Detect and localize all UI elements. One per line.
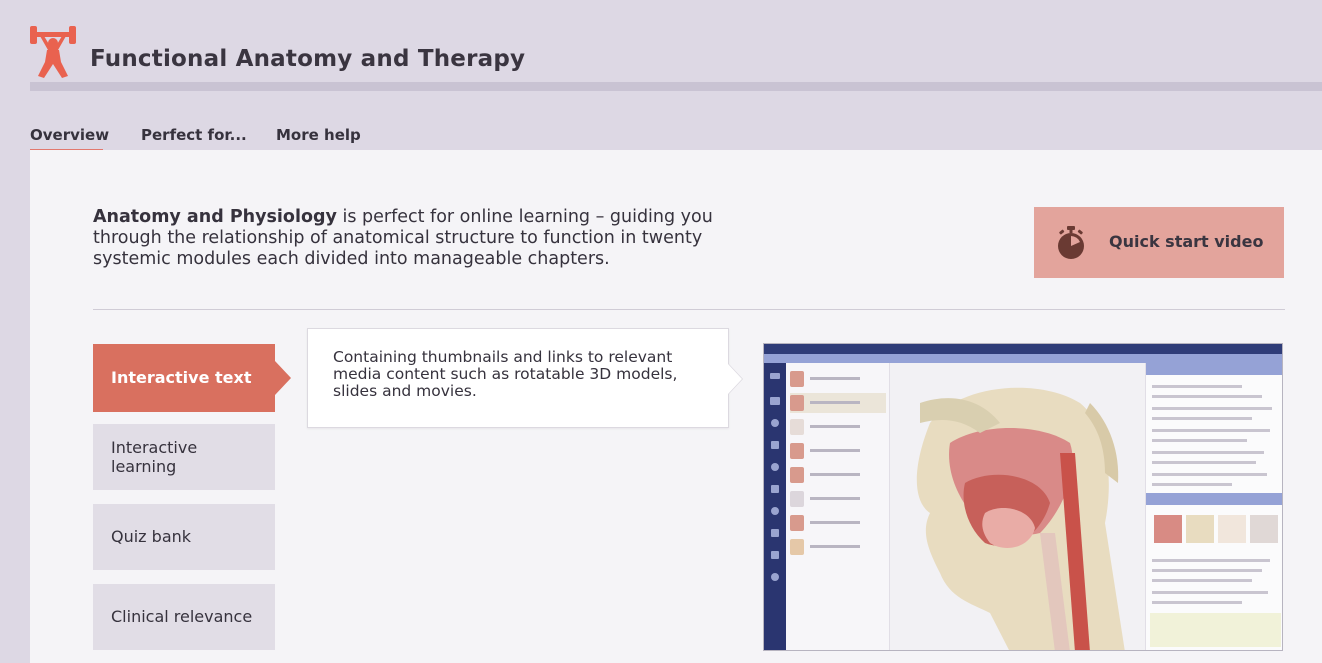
feature-interactive-text[interactable]: Interactive text xyxy=(93,344,291,412)
preview-panel-header xyxy=(1146,363,1282,375)
preview-list-item xyxy=(790,417,886,437)
intro-text: Anatomy and Physiology is perfect for on… xyxy=(93,207,733,270)
preview-list-item xyxy=(790,441,886,461)
preview-list-item xyxy=(790,465,886,485)
feature-quiz-bank[interactable]: Quiz bank xyxy=(93,504,275,570)
preview-thumbnails xyxy=(1154,515,1278,543)
feature-description-callout: Containing thumbnails and links to relev… xyxy=(307,328,743,428)
preview-sidebar-icons xyxy=(770,373,780,581)
preview-list-item xyxy=(790,369,886,389)
preview-panel-subheader xyxy=(1146,493,1282,505)
preview-sidebar xyxy=(764,363,786,650)
preview-info-box xyxy=(1150,613,1281,647)
preview-header-bar xyxy=(764,354,1282,363)
preview-list-item xyxy=(790,537,886,557)
feature-clinical-relevance[interactable]: Clinical relevance xyxy=(93,584,275,650)
feature-description-text: Containing thumbnails and links to relev… xyxy=(333,348,678,400)
preview-chapter-list xyxy=(786,363,890,650)
intro-product-name: Anatomy and Physiology xyxy=(93,207,337,227)
anatomy-model-illustration xyxy=(890,363,1145,650)
preview-list-item xyxy=(790,489,886,509)
feature-label: Interactive text xyxy=(111,368,252,387)
quick-start-video-label: Quick start video xyxy=(1109,232,1264,251)
tab-perfect-for[interactable]: Perfect for... xyxy=(141,126,247,144)
stopwatch-icon xyxy=(1058,226,1084,259)
quick-start-video-button[interactable]: Quick start video xyxy=(1034,207,1284,278)
preview-list-item xyxy=(790,513,886,533)
feature-interactive-learning[interactable]: Interactive learning xyxy=(93,424,275,490)
preview-list-item xyxy=(790,393,886,413)
section-divider xyxy=(93,309,1285,310)
app-preview-screenshot xyxy=(763,343,1283,651)
preview-learning-objectives xyxy=(1145,363,1282,650)
header-divider xyxy=(30,82,1322,91)
feature-label: Interactive learning xyxy=(111,438,198,476)
overview-panel: Anatomy and Physiology is perfect for on… xyxy=(30,150,1322,663)
app-title: Functional Anatomy and Therapy xyxy=(90,46,526,72)
preview-3d-model-view xyxy=(890,363,1145,650)
feature-label: Quiz bank xyxy=(111,527,192,546)
app-header: Functional Anatomy and Therapy xyxy=(0,0,1322,92)
preview-top-bar xyxy=(764,344,1282,354)
feature-label: Clinical relevance xyxy=(111,607,253,626)
tab-more-help[interactable]: More help xyxy=(276,126,361,144)
weightlifter-icon xyxy=(30,26,76,78)
tab-overview[interactable]: Overview xyxy=(30,126,109,144)
